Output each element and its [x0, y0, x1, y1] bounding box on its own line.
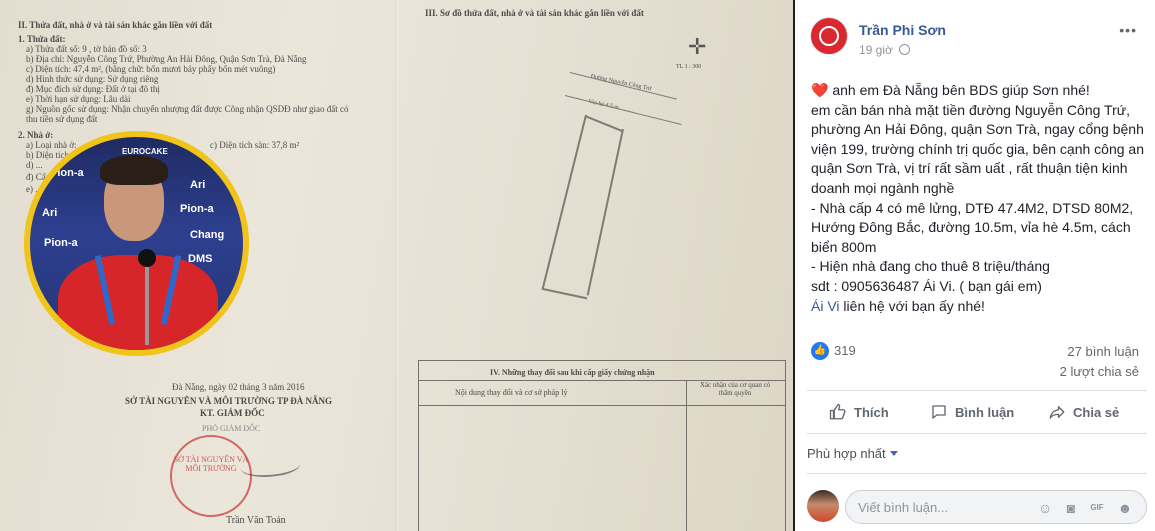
author-avatar[interactable]	[810, 17, 848, 55]
post-content: ❤️ anh em Đà Nẵng bên BDS giúp Sơn nhé! …	[811, 81, 1151, 316]
mention-link[interactable]: Ái Vi	[811, 298, 840, 314]
post-paragraph: Ái Vi liên hệ với bạn ấy nhé!	[811, 297, 1151, 317]
land-line: c) Diện tích: 47,4 m², (bằng chữ: bốn mư…	[26, 64, 276, 74]
agency-name: SỞ TÀI NGUYÊN VÀ MÔI TRƯỜNG TP ĐÀ NẴNG	[125, 396, 333, 406]
issue-date: Đà Nẵng, ngày 02 tháng 3 năm 2016	[172, 382, 305, 392]
comment-sort-dropdown[interactable]: Phù hợp nhất	[807, 446, 898, 461]
reactions-count[interactable]: 319	[834, 343, 856, 358]
comment-input[interactable]: Viết bình luận... ☺ ◙ GIF ☻	[845, 490, 1147, 524]
changes-title: IV. Những thay đổi sau khi cấp giấy chứn…	[490, 368, 655, 377]
gif-icon[interactable]: GIF	[1088, 499, 1106, 517]
house-line: d) ...	[26, 160, 43, 170]
person-hair	[100, 155, 168, 185]
land-line: e) Thời hạn sử dụng: Lâu dài	[26, 94, 131, 104]
stamp-text: SỞ TÀI NGUYÊN VÀ MÔI TRƯỜNG	[173, 455, 249, 473]
plot-edge	[584, 115, 623, 132]
like-button[interactable]: Thích	[829, 403, 889, 421]
plot-edge	[541, 114, 587, 290]
divider	[807, 433, 1147, 434]
house-line: a) Loại nhà ở:	[26, 140, 77, 150]
official-stamp: SỞ TÀI NGUYÊN VÀ MÔI TRƯỜNG	[170, 435, 252, 517]
land-header: 1. Thửa đất:	[18, 34, 66, 44]
post-panel: Trần Phi Sơn 19 giờ ••• ❤️ anh em Đà Nẵn…	[795, 0, 1155, 531]
sticker-icon[interactable]: ☻	[1116, 499, 1134, 517]
thumbs-up-icon	[829, 403, 846, 420]
camera-icon[interactable]: ◙	[1062, 499, 1080, 517]
share-icon	[1049, 406, 1065, 419]
divider	[807, 473, 1147, 474]
section-title-right: III. Sơ đồ thửa đất, nhà ở và tài sản kh…	[425, 8, 644, 18]
land-line: d) Hình thức sử dụng: Sử dụng riêng	[26, 74, 159, 84]
house-line: c) Diện tích sàn: 37,8 m²	[210, 140, 300, 150]
heart-emoji-icon: ❤️	[811, 82, 829, 98]
sort-label: Phù hợp nhất	[807, 446, 886, 461]
avatar-logo	[819, 26, 839, 46]
land-line: a) Thửa đất số: 9 , tờ bản đồ số: 3	[26, 44, 147, 54]
post-paragraph: em cần bán nhà mặt tiền đường Nguyễn Côn…	[811, 101, 1144, 196]
like-label: Thích	[854, 404, 889, 420]
director-title: KT. GIÁM ĐỐC	[200, 408, 265, 418]
scale-label: TL 1 : 300	[676, 64, 702, 70]
share-button[interactable]: Chia sẻ	[1048, 403, 1119, 421]
share-label: Chia sẻ	[1073, 404, 1120, 420]
signer-name: Trần Văn Toản	[226, 515, 286, 526]
post-text: anh em Đà Nẵng bên BDS giúp Sơn nhé!	[828, 82, 1090, 98]
comment-label: Bình luận	[955, 404, 1015, 420]
sponsor-label: Chang	[190, 229, 225, 241]
land-line: thu tiền sử dụng đất	[26, 114, 98, 124]
mic-stand	[145, 265, 149, 345]
more-options-button[interactable]: •••	[1119, 22, 1137, 38]
plot-edge	[542, 288, 588, 299]
person-shirt	[58, 255, 218, 350]
sponsor-label: Pion-a	[50, 167, 84, 179]
microphone-icon	[138, 249, 156, 267]
divider	[807, 390, 1147, 391]
current-user-avatar[interactable]	[807, 490, 839, 522]
author-name[interactable]: Trần Phi Sơn	[859, 22, 946, 38]
emoji-icon[interactable]: ☺	[1036, 499, 1054, 517]
post-text: liên hệ với bạn ấy nhé!	[839, 297, 985, 314]
post-paragraph: sdt : 0905636487 Ái Vi. ( bạn gái em)	[811, 277, 1042, 294]
house-header: 2. Nhà ở:	[18, 130, 54, 140]
post-paragraph: - Hiện nhà đang cho thuê 8 triệu/tháng	[811, 258, 1050, 275]
overlay-photo-frame: EUROCAKE Pion-a Ari Pion-a Ari Chang Pio…	[24, 131, 249, 356]
overlay-photo: EUROCAKE Pion-a Ari Pion-a Ari Chang Pio…	[30, 137, 243, 350]
section-title-left: II. Thửa đất, nhà ở và tài sản khác gắn …	[18, 20, 213, 30]
like-reaction-icon[interactable]: 👍	[811, 342, 829, 360]
globe-icon	[899, 44, 911, 55]
comments-count[interactable]: 27 bình luận	[1067, 344, 1139, 359]
land-line: đ) Mục đích sử dụng: Đất ở tại đô thị	[26, 84, 160, 94]
changes-rule	[418, 405, 786, 406]
deputy-title: PHÓ GIÁM ĐỐC	[202, 424, 261, 433]
paper-fold	[395, 0, 398, 531]
sponsor-label: Ari	[42, 207, 58, 219]
changes-col2: Xác nhận của cơ quan có thẩm quyền	[699, 381, 771, 397]
comment-placeholder: Viết bình luận...	[858, 500, 949, 515]
post-time[interactable]: 19 giờ	[859, 43, 911, 57]
shares-count[interactable]: 2 lượt chia sẻ	[1060, 364, 1139, 379]
changes-col1: Nội dung thay đổi và cơ sở pháp lý	[455, 388, 568, 397]
sponsor-label: Pion-a	[180, 203, 214, 215]
land-line: b) Địa chỉ: Nguyễn Công Trứ, Phường An H…	[26, 54, 307, 64]
street-line	[569, 72, 677, 100]
caret-down-icon	[889, 451, 898, 456]
plot-edge	[586, 128, 624, 296]
sponsor-label: Ari	[190, 179, 206, 191]
sponsor-label: Pion-a	[44, 237, 78, 249]
post-paragraph: - Nhà cấp 4 có mê lửng, DTĐ 47.4M2, DTSD…	[811, 199, 1134, 255]
comment-button[interactable]: Bình luận	[930, 403, 1014, 421]
north-arrow-icon: ✛	[688, 34, 707, 59]
post-time-text: 19 giờ	[859, 43, 893, 57]
post-photo[interactable]: II. Thửa đất, nhà ở và tài sản khác gắn …	[0, 0, 793, 531]
land-line: g) Nguồn gốc sử dụng: Nhận chuyển nhượng…	[26, 104, 349, 114]
comment-icon	[932, 405, 946, 419]
post-paragraph: ❤️ anh em Đà Nẵng bên BDS giúp Sơn nhé!	[811, 81, 1151, 101]
changes-col-rule	[686, 380, 687, 531]
